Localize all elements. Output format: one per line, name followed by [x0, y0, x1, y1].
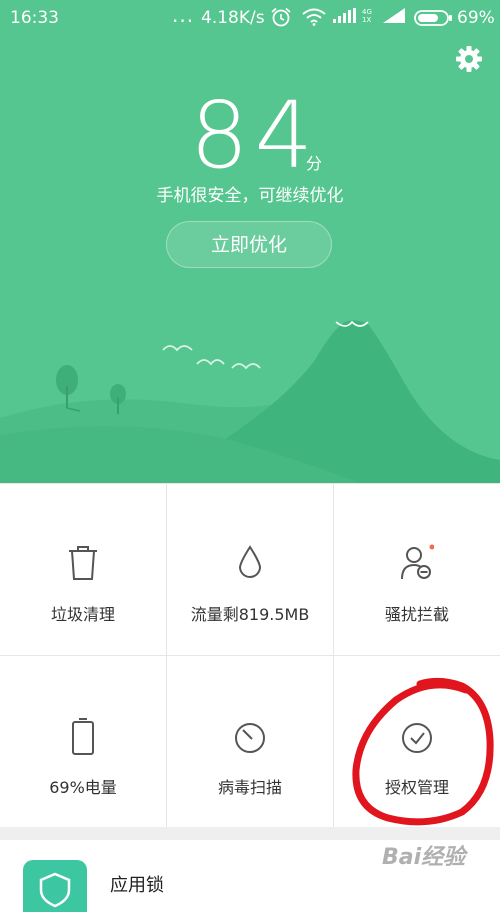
app-lock-icon: [23, 860, 87, 912]
red-annotation-circle: [352, 677, 494, 826]
app-lock-label: 应用锁: [110, 875, 164, 896]
watermark-logo: Bai经验: [382, 845, 466, 870]
